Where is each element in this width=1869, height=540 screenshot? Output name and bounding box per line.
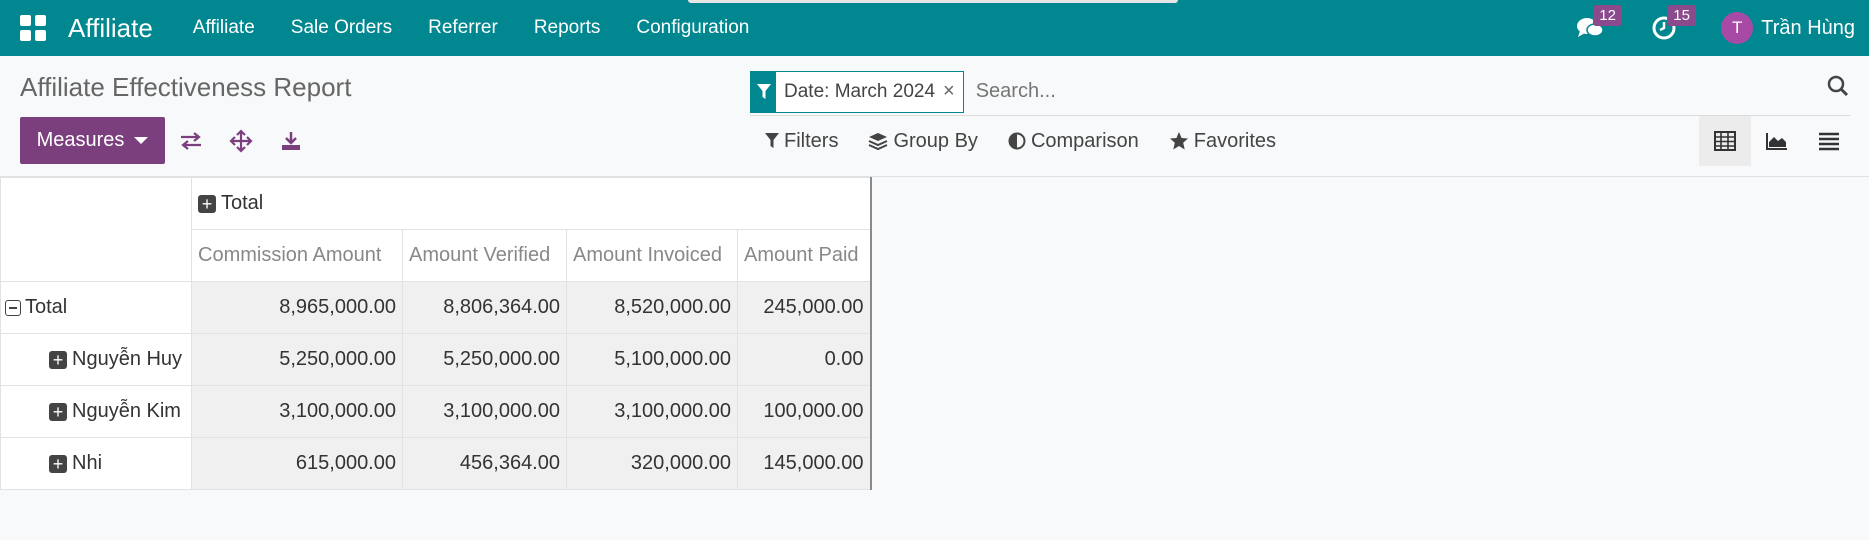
search-input[interactable] <box>975 71 1776 112</box>
filters-button[interactable]: Filters <box>765 130 838 153</box>
view-switcher <box>1699 116 1855 166</box>
search-bar: Date: March 2024 × <box>750 68 1850 116</box>
pivot-table: + Total Commission Amount Amount Verifie… <box>0 177 872 490</box>
arrows-expand-icon <box>229 129 253 153</box>
filter-facet: Date: March 2024 × <box>750 70 964 113</box>
cell-value[interactable]: 100,000.00 <box>737 385 872 438</box>
cell-value[interactable]: 3,100,000.00 <box>566 385 738 438</box>
comparison-button[interactable]: Comparison <box>1008 130 1139 153</box>
expand-plus-icon: + <box>49 454 67 473</box>
flip-axis-button[interactable] <box>176 126 206 156</box>
search-icon[interactable] <box>1826 74 1850 103</box>
cell-value[interactable]: 5,250,000.00 <box>191 333 403 386</box>
expand-plus-icon: + <box>49 402 67 421</box>
caret-down-icon <box>134 137 149 144</box>
measure-header[interactable]: Commission Amount <box>191 229 403 282</box>
table-row-total: Total 8,965,000.00 8,806,364.00 8,520,00… <box>0 281 872 334</box>
area-chart-icon <box>1766 133 1787 150</box>
table-row: + Nhi 615,000.00 456,364.00 320,000.00 1… <box>0 437 872 490</box>
messages-badge: 12 <box>1593 5 1622 26</box>
layers-icon <box>869 133 888 151</box>
list-view-button[interactable] <box>1803 116 1855 166</box>
cell-value[interactable]: 8,806,364.00 <box>402 281 567 334</box>
top-navbar: Affiliate Affiliate Sale Orders Referrer… <box>0 0 1869 56</box>
adjust-icon <box>1008 132 1026 150</box>
search-panel-buttons: Filters Group By Comparison Favorites <box>765 124 1306 158</box>
row-label: Nhi <box>72 452 103 474</box>
graph-view-button[interactable] <box>1751 116 1803 166</box>
pivot-col-header-total[interactable]: + Total <box>191 177 872 230</box>
measure-header[interactable]: Amount Invoiced <box>566 229 738 282</box>
cell-value[interactable]: 3,100,000.00 <box>402 385 567 438</box>
cell-value[interactable]: 245,000.00 <box>737 281 872 334</box>
group-by-label: Group By <box>893 129 978 152</box>
star-icon <box>1169 132 1188 150</box>
filter-icon <box>751 71 776 112</box>
menu-referrer[interactable]: Referrer <box>428 17 498 39</box>
group-by-button[interactable]: Group By <box>868 129 978 153</box>
systray: 12 15 T Trần Hùng <box>1573 0 1855 56</box>
cell-value[interactable]: 5,250,000.00 <box>402 333 567 386</box>
list-icon <box>1819 132 1839 151</box>
download-icon <box>282 132 300 150</box>
row-header-total[interactable]: Total <box>0 281 192 334</box>
user-menu[interactable]: T Trần Hùng <box>1721 12 1855 44</box>
download-button[interactable] <box>276 126 306 156</box>
table-icon <box>1714 131 1736 151</box>
activities-button[interactable]: 15 <box>1647 5 1696 45</box>
row-label: Total <box>25 296 68 318</box>
measure-header[interactable]: Amount Paid <box>737 229 872 282</box>
expand-plus-icon: + <box>49 350 67 369</box>
table-row: + Nguyễn Huy 5,250,000.00 5,250,000.00 5… <box>0 333 872 386</box>
row-header[interactable]: + Nguyễn Huy <box>0 333 192 386</box>
activities-badge: 15 <box>1667 5 1696 26</box>
measures-button[interactable]: Measures <box>20 117 165 164</box>
measures-label: Measures <box>36 129 125 151</box>
top-strip <box>688 0 1178 3</box>
cell-value[interactable]: 0.00 <box>737 333 872 386</box>
cell-value[interactable]: 456,364.00 <box>402 437 567 490</box>
cell-value[interactable]: 320,000.00 <box>566 437 738 490</box>
col-header-label: Total <box>221 192 264 214</box>
menu-reports[interactable]: Reports <box>534 17 601 39</box>
exchange-icon <box>181 132 201 150</box>
cell-value[interactable]: 145,000.00 <box>737 437 872 490</box>
menu-affiliate[interactable]: Affiliate <box>193 17 255 39</box>
menu-configuration[interactable]: Configuration <box>636 17 749 39</box>
apps-menu-icon[interactable] <box>20 15 46 41</box>
row-header[interactable]: + Nguyễn Kim <box>0 385 192 438</box>
expand-plus-icon: + <box>198 194 216 213</box>
table-row: + Nguyễn Kim 3,100,000.00 3,100,000.00 3… <box>0 385 872 438</box>
row-label: Nguyễn Kim <box>72 400 181 422</box>
row-label: Nguyễn Huy <box>72 348 183 370</box>
menu-sale-orders[interactable]: Sale Orders <box>291 17 392 39</box>
row-header[interactable]: + Nhi <box>0 437 192 490</box>
cell-value[interactable]: 8,965,000.00 <box>191 281 403 334</box>
app-brand[interactable]: Affiliate <box>68 13 153 44</box>
facet-value: Date: March 2024 × <box>776 71 963 112</box>
messages-button[interactable]: 12 <box>1573 5 1622 45</box>
filter-icon <box>765 133 779 148</box>
cell-value[interactable]: 615,000.00 <box>191 437 403 490</box>
pivot-view-button[interactable] <box>1699 116 1751 166</box>
page-title: Affiliate Effectiveness Report <box>20 72 352 102</box>
cell-value[interactable]: 3,100,000.00 <box>191 385 403 438</box>
filters-label: Filters <box>784 129 839 152</box>
avatar: T <box>1721 12 1754 44</box>
expand-all-button[interactable] <box>226 126 256 156</box>
cell-value[interactable]: 8,520,000.00 <box>566 281 738 334</box>
facet-label: Date: March 2024 <box>784 80 936 102</box>
favorites-label: Favorites <box>1193 129 1277 152</box>
comparison-label: Comparison <box>1030 129 1139 152</box>
favorites-button[interactable]: Favorites <box>1169 130 1276 153</box>
collapse-minus-icon <box>5 299 21 316</box>
user-name: Trần Hùng <box>1761 16 1855 39</box>
pivot-corner <box>0 177 192 282</box>
cell-value[interactable]: 5,100,000.00 <box>566 333 738 386</box>
facet-remove-icon[interactable]: × <box>943 80 955 103</box>
measure-header[interactable]: Amount Verified <box>402 229 567 282</box>
